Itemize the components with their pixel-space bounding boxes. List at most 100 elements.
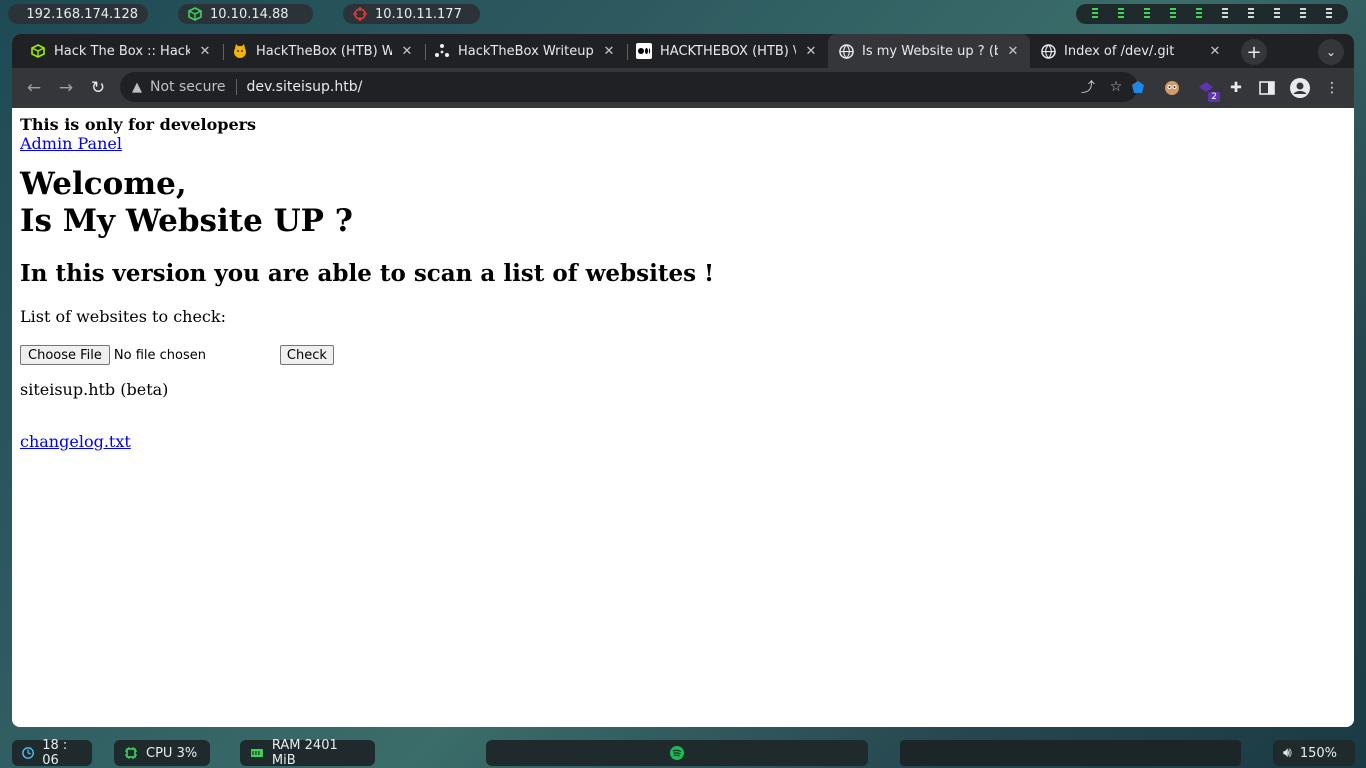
check-button[interactable]: Check [279, 345, 334, 365]
welcome-line: Welcome, [20, 166, 187, 202]
close-tab-icon[interactable]: ✕ [198, 44, 212, 59]
workspace-10[interactable] [1326, 8, 1332, 20]
globe-icon [1040, 43, 1056, 59]
plus-icon: + [1246, 41, 1262, 63]
clock-icon [22, 747, 35, 759]
puzzle-icon[interactable]: ✚ [1224, 76, 1248, 100]
crosshair-icon [353, 7, 367, 21]
new-tab-button[interactable]: + [1241, 39, 1267, 65]
developer-notice: This is only for developers [20, 115, 257, 134]
browser-toolbar: ← → ↻ ▲ Not secure dev.siteisup.htb/ ⤴ ☆… [12, 68, 1354, 108]
not-secure-label[interactable]: Not secure [150, 79, 226, 95]
spotify-icon[interactable] [669, 745, 685, 761]
tab-strip: Hack The Box :: Hack ✕ HackTheBox (HTB) … [12, 34, 1354, 68]
htb-cube-icon [30, 43, 46, 59]
share-icon[interactable]: ⤴ [1078, 77, 1098, 97]
tab-search-button[interactable]: ⌄ [1318, 39, 1344, 65]
taskbar-empty-panel [900, 740, 1241, 766]
reload-button[interactable]: ↻ [86, 76, 110, 100]
address-divider [235, 79, 237, 95]
tab-title: Hack The Box :: Hack [54, 43, 190, 59]
workspace-indicator[interactable] [1076, 4, 1348, 24]
reload-icon: ↻ [90, 78, 106, 98]
admin-panel-link[interactable]: Admin Panel [20, 135, 122, 153]
side-panel-icon[interactable] [1255, 76, 1279, 100]
tab-title: Index of /dev/.git [1064, 43, 1175, 59]
page-title: Welcome, Is My Website UP ? [20, 166, 1346, 240]
cpu-widget: CPU 3% [114, 740, 210, 766]
workspace-5[interactable] [1196, 8, 1202, 20]
host-ip-text: 192.168.174.128 [26, 6, 138, 22]
choose-file-button[interactable]: Choose File [20, 345, 110, 365]
dots-logo-icon [434, 43, 450, 59]
cpu-text: CPU 3% [146, 745, 198, 761]
tab-title: HACKTHEBOX (HTB) \ [660, 43, 796, 59]
volume-text: 150% [1299, 745, 1337, 761]
tab-title: HackTheBox (HTB) W [256, 43, 392, 59]
ram-widget: RAM 2401 MiB [240, 738, 375, 768]
star-icon[interactable]: ☆ [1106, 79, 1126, 95]
forward-button[interactable]: → [54, 76, 78, 100]
chevron-down-icon: ⌄ [1325, 45, 1337, 59]
web-page: This is only for developers Admin Panel … [12, 108, 1354, 727]
upload-form: Choose File No file chosen Check [20, 345, 1346, 365]
tab-htb-writeup-1[interactable]: HackTheBox (HTB) W ✕ [222, 34, 424, 68]
url-text[interactable]: dev.siteisup.htb/ [247, 79, 1070, 95]
extension-face-icon[interactable] [1160, 76, 1184, 100]
list-label: List of websites to check: [20, 307, 226, 326]
system-top-bar: 192.168.174.128 10.10.14.88 10.10.11.177 [0, 0, 1366, 28]
volume-widget[interactable]: 🔊︎ 150% [1273, 740, 1355, 766]
close-tab-icon[interactable]: ✕ [1006, 44, 1020, 59]
browser-window: Hack The Box :: Hack ✕ HackTheBox (HTB) … [12, 34, 1354, 727]
kebab-menu-icon[interactable]: ⋮ [1320, 76, 1344, 100]
address-bar[interactable]: ▲ Not secure dev.siteisup.htb/ ⤴ ☆ [120, 72, 1138, 102]
profile-avatar-icon[interactable] [1288, 76, 1312, 100]
speaker-icon[interactable]: 🔊︎ [1283, 745, 1292, 761]
version-subtitle: In this version you are able to scan a l… [20, 260, 715, 287]
close-tab-icon[interactable]: ✕ [602, 44, 616, 59]
no-file-chosen-text: No file chosen [113, 347, 206, 363]
target-ip-text: 10.10.11.177 [375, 6, 462, 22]
workspace-2[interactable] [1118, 8, 1124, 20]
arrow-left-icon: ← [26, 78, 42, 98]
workspace-9[interactable] [1300, 8, 1306, 20]
workspace-3[interactable] [1144, 8, 1150, 20]
extension-purple-icon[interactable]: 2 [1194, 76, 1220, 102]
htb-cube-icon [188, 7, 202, 21]
clock-text: 18 : 06 [42, 738, 68, 768]
close-tab-icon[interactable]: ✕ [400, 44, 414, 59]
medium-logo-icon [636, 43, 652, 59]
workspace-7[interactable] [1248, 8, 1254, 20]
extension-badge: 2 [1208, 92, 1220, 102]
cat-face-icon [232, 43, 248, 59]
globe-icon [838, 43, 854, 59]
tab-htb[interactable]: Hack The Box :: Hack ✕ [20, 34, 222, 68]
workspace-1[interactable] [1092, 8, 1098, 20]
cpu-chip-icon [125, 747, 137, 759]
changelog-link[interactable]: changelog.txt [20, 433, 131, 451]
tab-title: HackTheBox Writeup [458, 43, 594, 59]
extension-blue-icon[interactable] [1126, 76, 1150, 100]
tab-is-my-website-up[interactable]: Is my Website up ? (b ✕ [828, 34, 1030, 68]
tab-htb-writeup-2[interactable]: HackTheBox Writeup ✕ [424, 34, 626, 68]
tab-htb-medium[interactable]: HACKTHEBOX (HTB) \ ✕ [626, 34, 828, 68]
workspace-4[interactable] [1170, 8, 1176, 20]
close-tab-icon[interactable]: ✕ [1208, 44, 1222, 59]
workspace-8[interactable] [1274, 8, 1280, 20]
memory-icon [250, 749, 263, 757]
target-ip-widget: 10.10.11.177 [343, 4, 480, 24]
workspace-6[interactable] [1222, 8, 1228, 20]
system-bottom-bar: 18 : 06 CPU 3% RAM 2401 MiB 🔊︎ 150% [0, 738, 1366, 768]
warning-triangle-icon: ▲ [132, 79, 142, 95]
clock-widget: 18 : 06 [12, 738, 92, 768]
host-ip-widget: 192.168.174.128 [8, 4, 148, 24]
beta-note: siteisup.htb (beta) [20, 380, 169, 399]
ram-text: RAM 2401 MiB [271, 738, 338, 768]
tab-index-dev-git[interactable]: Index of /dev/.git ✕ [1030, 34, 1232, 68]
tab-title: Is my Website up ? (b [862, 43, 998, 59]
media-player-widget[interactable] [486, 740, 868, 766]
close-tab-icon[interactable]: ✕ [804, 44, 818, 59]
back-button[interactable]: ← [22, 76, 46, 100]
arrow-right-icon: → [58, 78, 74, 98]
site-title-line: Is My Website UP ? [20, 203, 353, 239]
